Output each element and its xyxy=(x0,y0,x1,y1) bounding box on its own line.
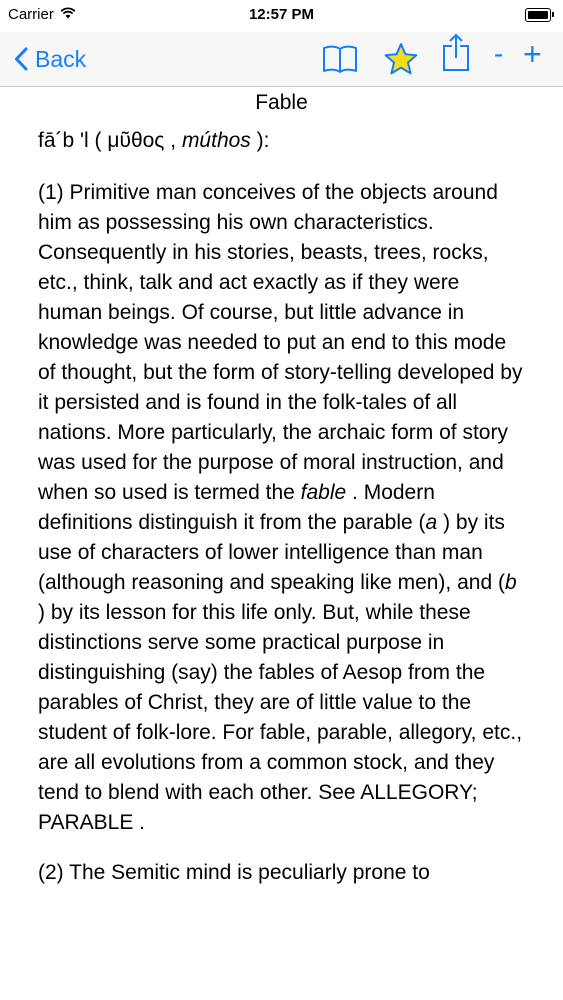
back-label: Back xyxy=(35,45,87,72)
entry-title: Fable xyxy=(255,91,308,114)
pronunciation: fā´b 'l ( μῦθος , múthos ): xyxy=(38,126,528,156)
p1-text-1: (1) Primitive man conceives of the objec… xyxy=(38,181,523,504)
star-icon[interactable] xyxy=(383,40,419,78)
share-icon[interactable] xyxy=(441,33,471,72)
paragraph-1: (1) Primitive man conceives of the objec… xyxy=(38,178,528,838)
status-time: 12:57 PM xyxy=(248,6,315,23)
link-allegory[interactable]: ALLEGORY xyxy=(360,781,471,804)
back-button[interactable]: Back xyxy=(14,40,86,78)
navigation-bar: Back - + xyxy=(0,32,563,87)
status-bar: Carrier 12:57 PM xyxy=(0,0,563,32)
paragraph-2: (2) The Semitic mind is peculiarly prone… xyxy=(38,861,430,884)
link-separator: ; xyxy=(471,781,478,804)
entry-content: Fable fā´b 'l ( μῦθος , múthos ): (1) Pr… xyxy=(38,88,528,888)
p1-text-4: ) by its lesson for this life only. But,… xyxy=(38,601,523,804)
zoom-out-button[interactable]: - xyxy=(494,38,503,70)
term-fable: fable xyxy=(300,481,347,504)
marker-b: b xyxy=(504,571,517,594)
pronunciation-end: ): xyxy=(250,129,270,152)
book-icon[interactable] xyxy=(321,40,359,78)
link-parable[interactable]: PARABLE xyxy=(38,811,133,834)
battery-icon xyxy=(525,8,554,22)
pronunciation-text: fā´b 'l ( μῦθος , xyxy=(38,129,182,152)
transliteration: múthos xyxy=(181,129,251,152)
p1-end: . xyxy=(133,811,145,834)
zoom-in-button[interactable]: + xyxy=(523,36,542,73)
marker-a: a xyxy=(425,511,438,534)
chevron-left-icon xyxy=(15,47,28,71)
